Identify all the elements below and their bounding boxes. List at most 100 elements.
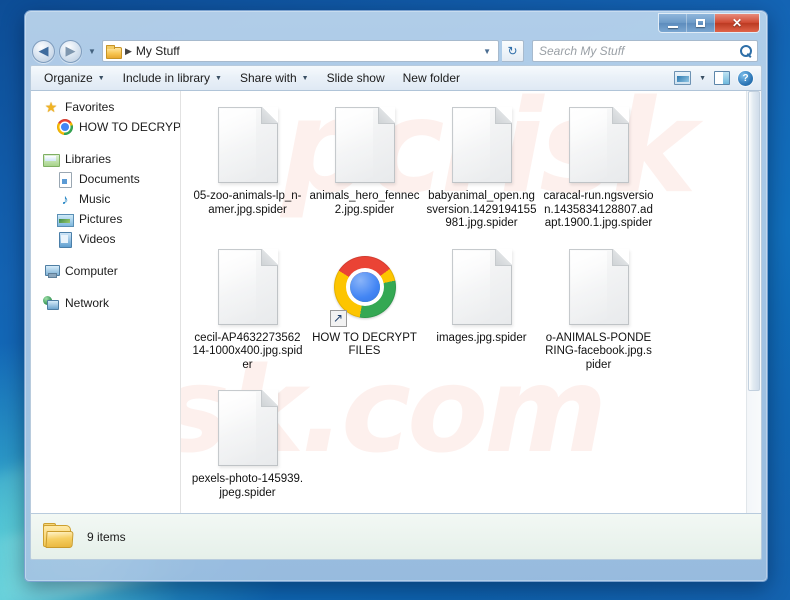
refresh-icon: ↻ — [507, 44, 517, 58]
sidebar-label-pictures: Pictures — [79, 212, 122, 226]
file-grid: 05-zoo-animals-lp_n-amer.jpg.spider anim… — [181, 91, 761, 510]
chrome-icon — [57, 119, 73, 135]
change-view-button[interactable] — [670, 69, 695, 87]
sidebar-item-documents[interactable]: Documents — [31, 169, 180, 189]
address-bar[interactable]: ▶ My Stuff ▼ — [102, 40, 499, 62]
blank-document-icon — [452, 249, 512, 325]
file-thumbnail — [326, 103, 404, 187]
title-bar: ✕ — [30, 11, 762, 37]
desktop-background: ✕ ◀ ▶ ▼ ▶ My Stuff ▼ ↻ — [0, 0, 790, 600]
file-item[interactable]: cecil-AP463227356214-1000x400.jpg.spider — [189, 241, 306, 383]
file-item[interactable]: 05-zoo-animals-lp_n-amer.jpg.spider — [189, 99, 306, 241]
maximize-icon — [696, 19, 705, 27]
toolbar-label-organize: Organize — [44, 71, 93, 85]
minimize-icon — [668, 26, 678, 28]
search-input[interactable]: Search My Stuff — [539, 44, 740, 58]
sidebar-item-favorites[interactable]: ★ Favorites — [31, 97, 180, 117]
folder-icon — [106, 45, 121, 58]
sidebar-label-how-to-decrypt: HOW TO DECRYPT F — [79, 120, 180, 134]
toolbar-label-share-with: Share with — [240, 71, 297, 85]
blank-document-icon — [218, 249, 278, 325]
file-item[interactable]: animals_hero_fennec2.jpg.spider — [306, 99, 423, 241]
forward-button[interactable]: ▶ — [59, 40, 82, 63]
blank-document-icon — [335, 107, 395, 183]
maximize-button[interactable] — [687, 14, 715, 32]
sidebar-label-music: Music — [79, 192, 110, 206]
videos-icon — [57, 231, 73, 247]
chevron-down-icon: ▼ — [215, 75, 222, 82]
sidebar-item-libraries[interactable]: Libraries — [31, 149, 180, 169]
file-item[interactable]: pexels-photo-145939.jpeg.spider — [189, 382, 306, 510]
file-item[interactable]: caracal-run.ngsversion.1435834128807.ada… — [540, 99, 657, 241]
file-name-label: 05-zoo-animals-lp_n-amer.jpg.spider — [192, 190, 304, 217]
status-bar: 9 items — [30, 514, 762, 560]
libraries-icon — [43, 151, 59, 167]
search-icon — [740, 45, 753, 58]
back-button[interactable]: ◀ — [32, 40, 55, 63]
chevron-down-icon: ▼ — [302, 75, 309, 82]
breadcrumb-path[interactable]: My Stuff — [136, 44, 180, 58]
file-item[interactable]: o-ANIMALS-PONDERING-facebook.jpg.spider — [540, 241, 657, 383]
blank-document-icon — [218, 107, 278, 183]
vertical-scrollbar[interactable] — [746, 91, 761, 513]
file-name-label: cecil-AP463227356214-1000x400.jpg.spider — [192, 332, 304, 373]
sidebar-item-music[interactable]: ♪ Music — [31, 189, 180, 209]
refresh-button[interactable]: ↻ — [502, 40, 524, 62]
sidebar-group-network: Network — [31, 293, 180, 313]
sidebar-group-favorites: ★ Favorites HOW TO DECRYPT F — [31, 97, 180, 137]
explorer-window: ✕ ◀ ▶ ▼ ▶ My Stuff ▼ ↻ — [24, 10, 768, 582]
blank-document-icon — [569, 249, 629, 325]
toolbar-item-organize[interactable]: Organize ▼ — [35, 68, 114, 88]
sidebar-label-documents: Documents — [79, 172, 140, 186]
toolbar-item-slide-show[interactable]: Slide show — [318, 68, 394, 88]
sidebar-item-how-to-decrypt[interactable]: HOW TO DECRYPT F — [31, 117, 180, 137]
minimize-button[interactable] — [659, 14, 687, 32]
star-icon: ★ — [43, 99, 59, 115]
sidebar-item-videos[interactable]: Videos — [31, 229, 180, 249]
chevron-down-icon: ▼ — [98, 75, 105, 82]
file-name-label: babyanimal_open.ngsversion.1429194155981… — [426, 190, 538, 231]
address-dropdown-icon[interactable]: ▼ — [478, 47, 496, 56]
sidebar-item-network[interactable]: Network — [31, 293, 180, 313]
chrome-shortcut-icon — [334, 256, 396, 318]
chevron-down-icon: ▼ — [699, 75, 706, 82]
sidebar-label-network: Network — [65, 296, 109, 310]
file-item[interactable]: images.jpg.spider — [423, 241, 540, 383]
file-name-label: caracal-run.ngsversion.1435834128807.ada… — [543, 190, 655, 231]
file-item[interactable]: babyanimal_open.ngsversion.1429194155981… — [423, 99, 540, 241]
sidebar-group-libraries: Libraries Documents ♪ Music Pictures — [31, 149, 180, 249]
history-dropdown-button[interactable]: ▼ — [86, 47, 98, 56]
chevron-down-icon: ▼ — [88, 47, 96, 56]
scrollbar-thumb[interactable] — [748, 91, 760, 391]
sidebar-item-pictures[interactable]: Pictures — [31, 209, 180, 229]
toolbar-item-share-with[interactable]: Share with ▼ — [231, 68, 318, 88]
help-button[interactable]: ? — [734, 69, 757, 88]
file-thumbnail — [560, 103, 638, 187]
close-button[interactable]: ✕ — [715, 14, 759, 32]
toolbar-item-include-in-library[interactable]: Include in library ▼ — [114, 68, 231, 88]
toolbar-label-new-folder: New folder — [403, 71, 460, 85]
preview-pane-button[interactable] — [710, 69, 734, 87]
file-name-label: o-ANIMALS-PONDERING-facebook.jpg.spider — [543, 332, 655, 373]
change-view-dropdown[interactable]: ▼ — [695, 73, 710, 84]
address-bar-row: ◀ ▶ ▼ ▶ My Stuff ▼ ↻ Search My Stuff — [30, 37, 762, 65]
file-name-label: animals_hero_fennec2.jpg.spider — [309, 190, 421, 217]
blank-document-icon — [218, 390, 278, 466]
blank-document-icon — [569, 107, 629, 183]
window-controls: ✕ — [658, 13, 760, 33]
file-thumbnail — [209, 386, 287, 470]
blank-document-icon — [452, 107, 512, 183]
views-icon — [674, 71, 691, 85]
file-name-label: HOW TO DECRYPT FILES — [309, 332, 421, 359]
sidebar-label-libraries: Libraries — [65, 152, 111, 166]
file-item[interactable]: ↗ HOW TO DECRYPT FILES — [306, 241, 423, 383]
help-icon: ? — [738, 71, 753, 86]
file-thumbnail — [209, 103, 287, 187]
search-box[interactable]: Search My Stuff — [532, 40, 758, 62]
toolbar-item-new-folder[interactable]: New folder — [394, 68, 469, 88]
pictures-icon — [57, 211, 73, 227]
preview-pane-icon — [714, 71, 730, 85]
file-list-pane[interactable]: pcrisk risk.com 05-zoo-animals-lp_n-amer… — [181, 91, 761, 513]
sidebar-item-computer[interactable]: Computer — [31, 261, 180, 281]
folder-icon — [41, 523, 75, 551]
